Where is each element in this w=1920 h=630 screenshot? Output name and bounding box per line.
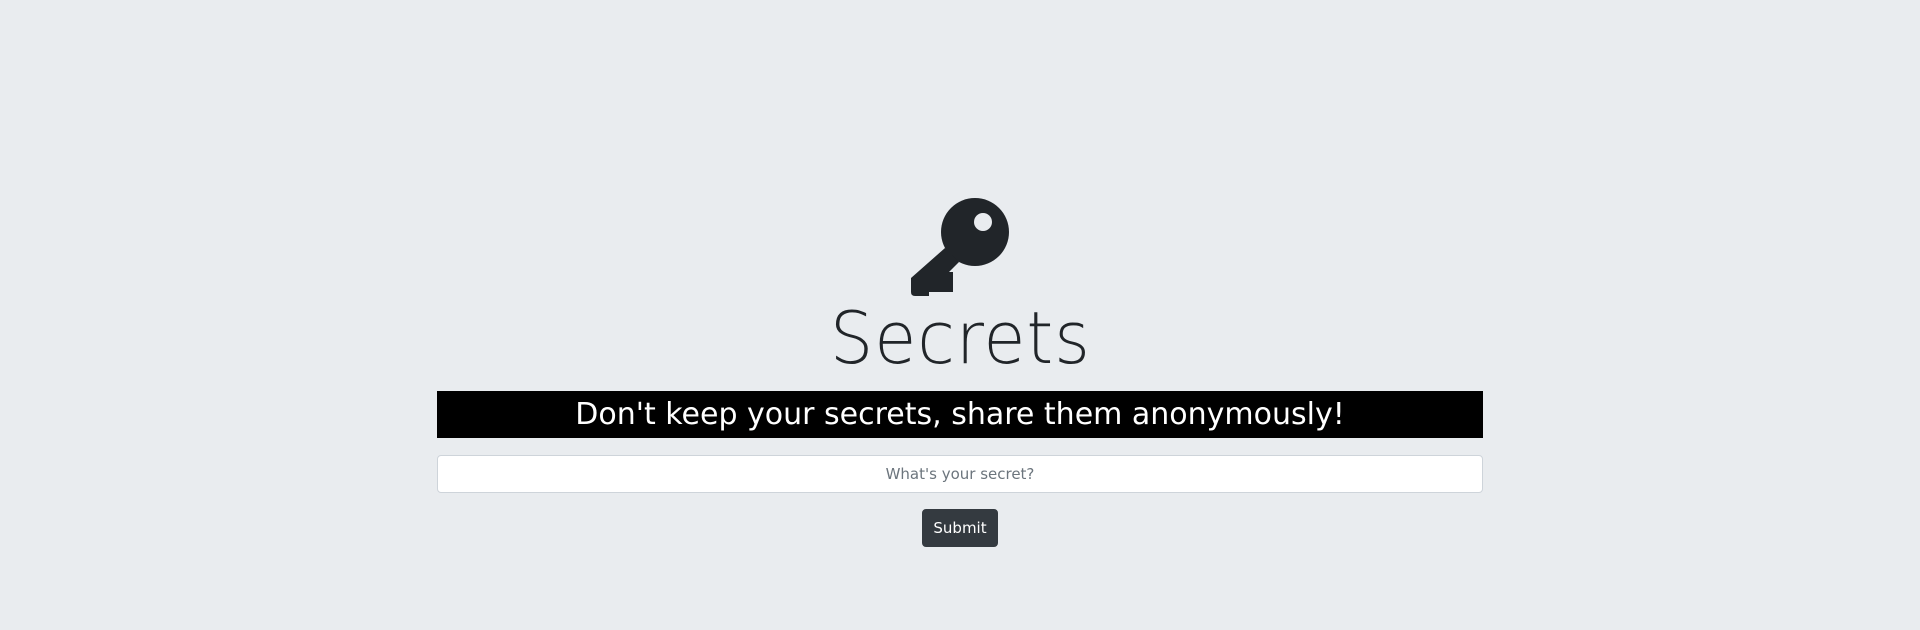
secret-form: Submit bbox=[437, 455, 1483, 547]
tagline-banner: Don't keep your secrets, share them anon… bbox=[437, 391, 1483, 438]
submit-button[interactable]: Submit bbox=[922, 509, 998, 547]
page-title: Secrets bbox=[829, 296, 1091, 380]
page: Secrets Don't keep your secrets, share t… bbox=[0, 0, 1920, 630]
key-icon bbox=[911, 198, 1009, 296]
tagline-text: Don't keep your secrets, share them anon… bbox=[575, 397, 1345, 432]
secret-input[interactable] bbox=[437, 455, 1483, 493]
hero-section: Secrets Don't keep your secrets, share t… bbox=[437, 198, 1483, 547]
